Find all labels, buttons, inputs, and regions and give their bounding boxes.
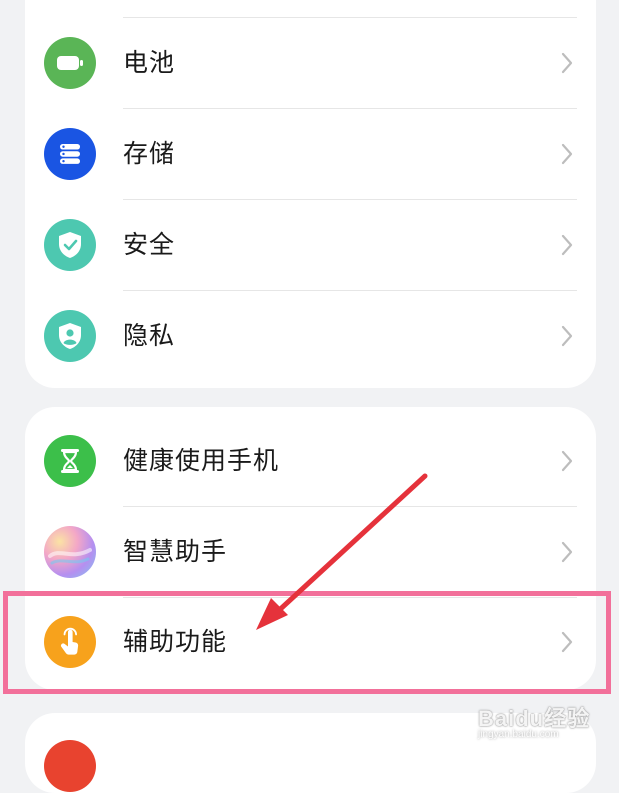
chevron-right-icon [561,450,573,472]
app-icon [44,740,96,792]
chevron-right-icon [561,541,573,563]
settings-item-storage[interactable]: 存储 [25,109,596,199]
settings-item-label: 安全 [123,230,176,259]
storage-icon [44,128,96,180]
battery-icon [44,37,96,89]
settings-item-battery[interactable]: 电池 [25,18,596,108]
settings-item-label: 健康使用手机 [123,446,280,475]
settings-item-label: 辅助功能 [123,627,228,656]
privacy-icon [44,310,96,362]
chevron-right-icon [561,234,573,256]
settings-item-label: 隐私 [123,321,176,350]
settings-item-label: 电池 [123,48,176,77]
settings-item-smart-assistant[interactable]: 智慧助手 [25,507,596,597]
hand-tap-icon [44,616,96,668]
settings-card-middle: 健康使用手机 智慧助手 辅助功能 [25,407,596,690]
settings-item-digital-balance[interactable]: 健康使用手机 [25,416,596,506]
settings-card-top: 电池 存储 安全 隐私 [25,0,596,388]
settings-item-partial[interactable] [25,713,596,793]
settings-item-label: 智慧助手 [123,537,228,566]
chevron-right-icon [561,325,573,347]
chevron-right-icon [561,631,573,653]
settings-item-privacy[interactable]: 隐私 [25,291,596,381]
assistant-orb-icon [44,526,96,578]
shield-check-icon [44,219,96,271]
chevron-right-icon [561,143,573,165]
settings-card-bottom [25,713,596,793]
hourglass-icon [44,435,96,487]
settings-item-accessibility[interactable]: 辅助功能 [25,597,596,687]
settings-item-label: 存储 [123,139,176,168]
settings-item-security[interactable]: 安全 [25,200,596,290]
chevron-right-icon [561,52,573,74]
